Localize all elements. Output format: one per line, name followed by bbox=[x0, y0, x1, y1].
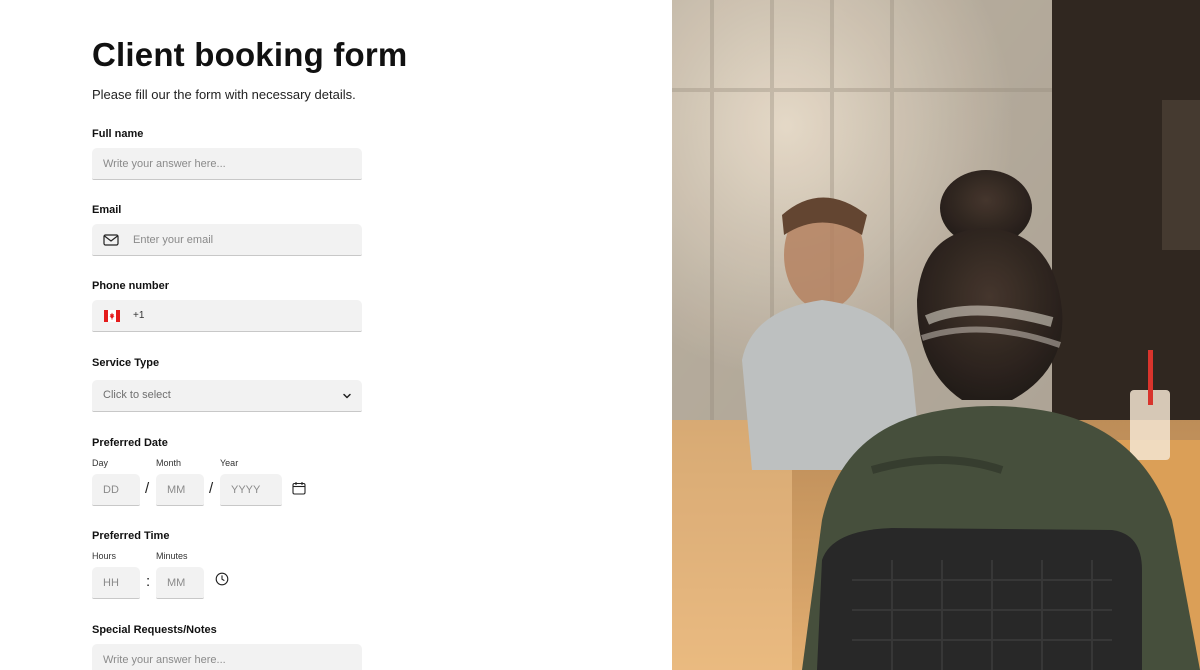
month-label: Month bbox=[156, 458, 182, 468]
email-field[interactable] bbox=[92, 224, 362, 256]
canada-flag-icon[interactable] bbox=[104, 310, 120, 322]
preferred-date-group: Preferred Date Day Month Year / / bbox=[92, 436, 512, 506]
page-subtitle: Please fill our the form with necessary … bbox=[92, 87, 356, 102]
clock-icon[interactable] bbox=[215, 572, 229, 586]
booking-form: Client booking form Please fill our the … bbox=[92, 36, 512, 670]
page-title: Client booking form bbox=[92, 36, 408, 73]
date-separator: / bbox=[209, 480, 214, 497]
calendar-icon[interactable] bbox=[292, 481, 306, 495]
preferred-time-label: Preferred Time bbox=[92, 530, 170, 542]
minutes-input[interactable] bbox=[156, 567, 204, 599]
phone-field[interactable]: +1 bbox=[92, 300, 362, 332]
email-input[interactable] bbox=[92, 224, 362, 256]
day-label: Day bbox=[92, 458, 109, 468]
date-inputs: / / bbox=[92, 474, 512, 506]
email-group: Email bbox=[92, 203, 512, 256]
day-input[interactable] bbox=[92, 474, 140, 506]
time-sublabels: Hours Minutes bbox=[92, 551, 512, 563]
phone-label: Phone number bbox=[92, 280, 170, 292]
preferred-date-label: Preferred Date bbox=[92, 437, 168, 449]
full-name-group: Full name bbox=[92, 127, 512, 180]
special-requests-input[interactable] bbox=[92, 644, 362, 670]
service-type-label: Service Type bbox=[92, 357, 160, 369]
full-name-label: Full name bbox=[92, 128, 144, 140]
meeting-photo bbox=[672, 0, 1200, 670]
hours-input[interactable] bbox=[92, 567, 140, 599]
email-label: Email bbox=[92, 204, 122, 216]
phone-group: Phone number +1 bbox=[92, 279, 512, 332]
form-pane: Client booking form Please fill our the … bbox=[0, 0, 672, 670]
date-separator: / bbox=[145, 480, 150, 497]
year-input[interactable] bbox=[220, 474, 282, 506]
preferred-time-group: Preferred Time Hours Minutes : bbox=[92, 529, 512, 599]
special-requests-group: Special Requests/Notes bbox=[92, 623, 512, 670]
minutes-label: Minutes bbox=[156, 551, 188, 561]
mail-icon bbox=[103, 234, 119, 246]
service-type-select[interactable]: Click to select bbox=[92, 380, 362, 412]
full-name-input[interactable] bbox=[92, 148, 362, 180]
booking-page: Client booking form Please fill our the … bbox=[0, 0, 1200, 670]
special-requests-label: Special Requests/Notes bbox=[92, 624, 217, 636]
service-type-placeholder: Click to select bbox=[103, 389, 171, 401]
month-input[interactable] bbox=[156, 474, 204, 506]
hero-photo bbox=[672, 0, 1200, 670]
time-separator: : bbox=[146, 573, 151, 590]
hours-label: Hours bbox=[92, 551, 117, 561]
chevron-down-icon bbox=[343, 393, 351, 399]
date-sublabels: Day Month Year bbox=[92, 458, 512, 470]
service-type-group: Service Type Click to select bbox=[92, 356, 512, 412]
year-label: Year bbox=[220, 458, 239, 468]
country-code: +1 bbox=[133, 310, 145, 321]
time-inputs: : bbox=[92, 567, 512, 599]
